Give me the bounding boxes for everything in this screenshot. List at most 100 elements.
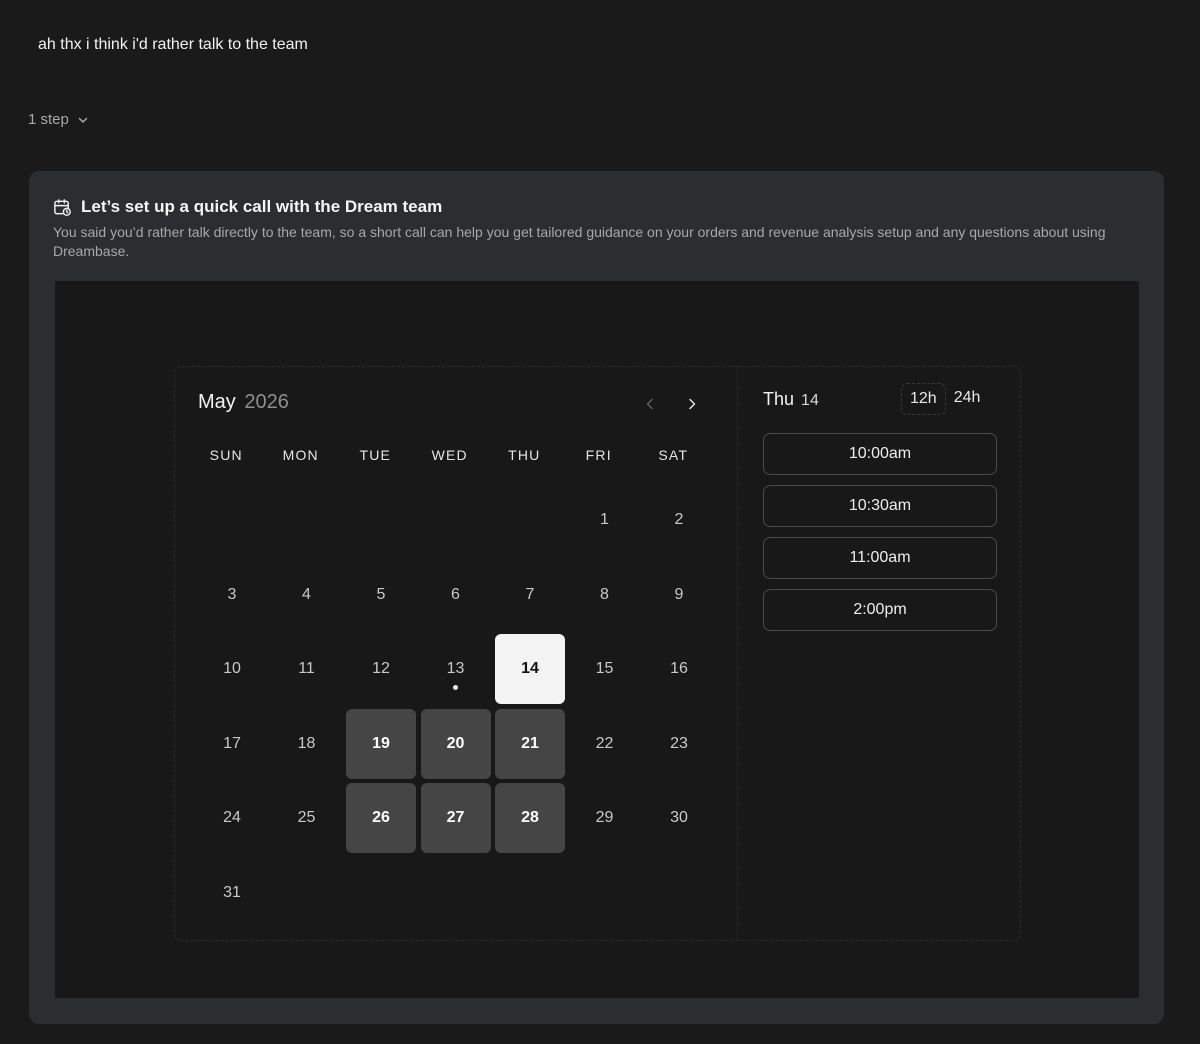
day-10: 10 bbox=[197, 634, 267, 704]
day-26[interactable]: 26 bbox=[346, 783, 416, 853]
day-2: 2 bbox=[644, 485, 714, 555]
month-year: 2026 bbox=[244, 391, 289, 413]
weekday-sat: SAT bbox=[658, 447, 689, 463]
day-number: 12 bbox=[372, 660, 390, 677]
day-number: 2 bbox=[674, 511, 684, 528]
day-number: 4 bbox=[302, 585, 311, 603]
day-number: 28 bbox=[521, 809, 539, 826]
day-number: 5 bbox=[376, 585, 386, 603]
day-number: 23 bbox=[670, 734, 688, 752]
day-number: 31 bbox=[223, 883, 241, 901]
day-grid: 1 2 3 4 5 6 7 8 9 10 11 12 13 14 15 16 17 18 19 20 21 22 23 24 2… bbox=[195, 483, 717, 930]
next-month-button[interactable] bbox=[681, 393, 703, 415]
day-9: 9 bbox=[644, 560, 714, 630]
day-17: 17 bbox=[197, 709, 267, 779]
day-number: 18 bbox=[297, 734, 316, 752]
chevron-right-icon bbox=[689, 398, 696, 410]
day-number: 17 bbox=[223, 734, 241, 752]
booker-widget: May 2026 SUN MON TUE WED THU FRI SAT 123456789… bbox=[174, 366, 1021, 941]
day-4: 4 bbox=[272, 560, 342, 630]
day-29: 29 bbox=[570, 783, 640, 853]
day-11: 11 bbox=[272, 634, 342, 704]
booking-card: Let’s set up a quick call with the Dream… bbox=[29, 171, 1164, 1024]
month-name: May bbox=[198, 391, 236, 413]
day-number: 19 bbox=[372, 734, 390, 752]
day-number: 10 bbox=[223, 660, 241, 677]
day-24: 24 bbox=[197, 783, 267, 853]
day-16: 16 bbox=[644, 634, 714, 704]
booking-embed: May 2026 SUN MON TUE WED THU FRI SAT 123456789… bbox=[55, 281, 1139, 998]
day-number: 30 bbox=[670, 809, 688, 826]
time-slot-button[interactable]: 10:00am bbox=[763, 433, 997, 475]
time-slot-button[interactable]: 2:00pm bbox=[763, 589, 997, 631]
time-slots-panel: Thu 14 12h 24h 10:00am 10:30am 11:00am 2:00p… bbox=[737, 367, 1021, 940]
day-number: 9 bbox=[674, 585, 684, 603]
today-indicator-dot bbox=[453, 685, 458, 690]
month-label: May 2026 bbox=[198, 391, 289, 414]
selected-date-number: 14 bbox=[801, 392, 819, 409]
time-slot-list: 10:00am 10:30am 11:00am 2:00pm bbox=[763, 433, 997, 631]
day-number: 21 bbox=[521, 734, 539, 752]
day-number: 3 bbox=[227, 585, 237, 603]
card-description: You said you’d rather talk directly to t… bbox=[53, 224, 1106, 259]
day-31: 31 bbox=[197, 858, 267, 928]
day-number: 16 bbox=[670, 660, 688, 677]
day-8: 8 bbox=[570, 560, 640, 630]
chevron-left-icon bbox=[646, 398, 653, 410]
chat-page: ah thx i think i'd rather talk to the te… bbox=[0, 0, 1200, 1044]
selected-weekday: Thu bbox=[763, 389, 795, 409]
calendar: May 2026 SUN MON TUE WED THU FRI SAT 123456789… bbox=[175, 367, 737, 940]
day-number: 8 bbox=[600, 585, 609, 603]
day-number: 26 bbox=[372, 809, 390, 826]
day-21[interactable]: 21 bbox=[495, 708, 565, 779]
weekday-sun: SUN bbox=[209, 447, 243, 463]
day-number: 14 bbox=[521, 660, 539, 677]
time-slot-button[interactable]: 11:00am bbox=[763, 537, 997, 579]
day-number: 25 bbox=[297, 809, 316, 826]
steps-toggle[interactable]: 1 step bbox=[28, 111, 89, 128]
day-number: 1 bbox=[600, 511, 609, 528]
day-25: 25 bbox=[272, 783, 342, 853]
card-header: Let’s set up a quick call with the Dream… bbox=[53, 197, 442, 217]
day-18: 18 bbox=[272, 709, 342, 779]
steps-label: 1 step bbox=[28, 111, 69, 128]
day-3: 3 bbox=[197, 560, 267, 630]
day-number: 15 bbox=[595, 660, 614, 677]
day-1: 1 bbox=[570, 485, 640, 555]
day-number: 24 bbox=[223, 809, 241, 826]
time-format-12h[interactable]: 12h bbox=[901, 383, 946, 415]
weekday-wed: WED bbox=[431, 447, 468, 463]
time-slot-button[interactable]: 10:30am bbox=[763, 485, 997, 527]
day-14[interactable]: 14 bbox=[495, 634, 565, 704]
day-15: 15 bbox=[570, 634, 640, 704]
day-22: 22 bbox=[570, 709, 640, 779]
day-number: 6 bbox=[451, 585, 460, 603]
day-20[interactable]: 20 bbox=[420, 708, 491, 779]
day-number: 11 bbox=[298, 660, 315, 677]
weekday-mon: MON bbox=[282, 447, 319, 463]
day-23: 23 bbox=[644, 709, 714, 779]
weekday-tue: TUE bbox=[359, 447, 392, 463]
time-format-24h[interactable]: 24h bbox=[946, 383, 989, 413]
day-30: 30 bbox=[644, 783, 714, 853]
weekday-header: SUN MON TUE WED THU FRI SAT bbox=[189, 447, 711, 463]
card-title: Let’s set up a quick call with the Dream… bbox=[81, 197, 443, 216]
day-number: 22 bbox=[595, 734, 614, 752]
day-28[interactable]: 28 bbox=[495, 783, 565, 853]
day-19[interactable]: 19 bbox=[346, 708, 416, 779]
day-7: 7 bbox=[495, 560, 565, 630]
weekday-fri: FRI bbox=[585, 447, 612, 463]
day-number: 27 bbox=[446, 809, 465, 826]
day-number: 29 bbox=[595, 809, 614, 826]
day-13: 13 bbox=[421, 634, 491, 704]
time-format-toggle: 12h 24h bbox=[901, 383, 988, 415]
selected-date-label: Thu 14 bbox=[763, 389, 819, 410]
day-number: 7 bbox=[525, 585, 535, 603]
day-27[interactable]: 27 bbox=[420, 783, 491, 853]
chevron-down-icon bbox=[78, 117, 88, 123]
day-number: 13 bbox=[446, 660, 465, 677]
day-number: 20 bbox=[446, 734, 465, 752]
user-message: ah thx i think i'd rather talk to the te… bbox=[38, 36, 308, 53]
day-12: 12 bbox=[346, 634, 416, 704]
previous-month-button[interactable] bbox=[639, 393, 661, 415]
